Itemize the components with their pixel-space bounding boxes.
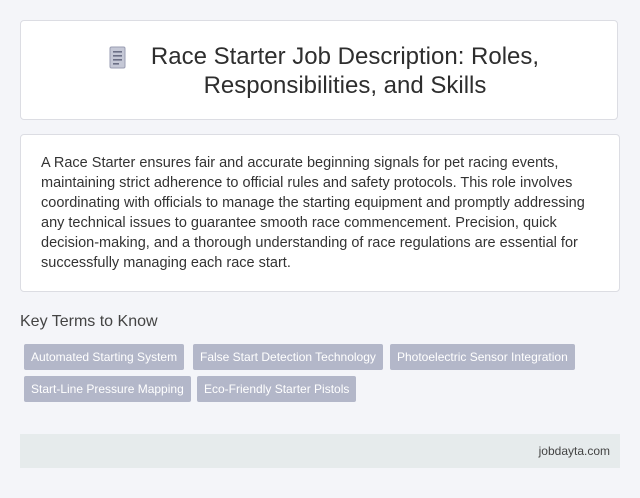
key-term-tag[interactable]: Photoelectric Sensor Integration [390,344,575,370]
job-description: A Race Starter ensures fair and accurate… [41,155,585,271]
key-term-tag[interactable]: Eco-Friendly Starter Pistols [197,376,357,402]
key-term-tag[interactable]: False Start Detection Technology [193,344,383,370]
key-term-tag[interactable]: Automated Starting System [24,344,185,370]
page-title: Race Starter Job Description: Roles, Res… [150,43,540,99]
key-term-tag[interactable]: Start-Line Pressure Mapping [24,376,191,402]
footer-site-link[interactable]: jobdayta.com [539,443,610,459]
key-terms-heading: Key Terms to Know [20,313,158,330]
footer: jobdayta.com [20,434,620,468]
document-icon [109,46,126,69]
